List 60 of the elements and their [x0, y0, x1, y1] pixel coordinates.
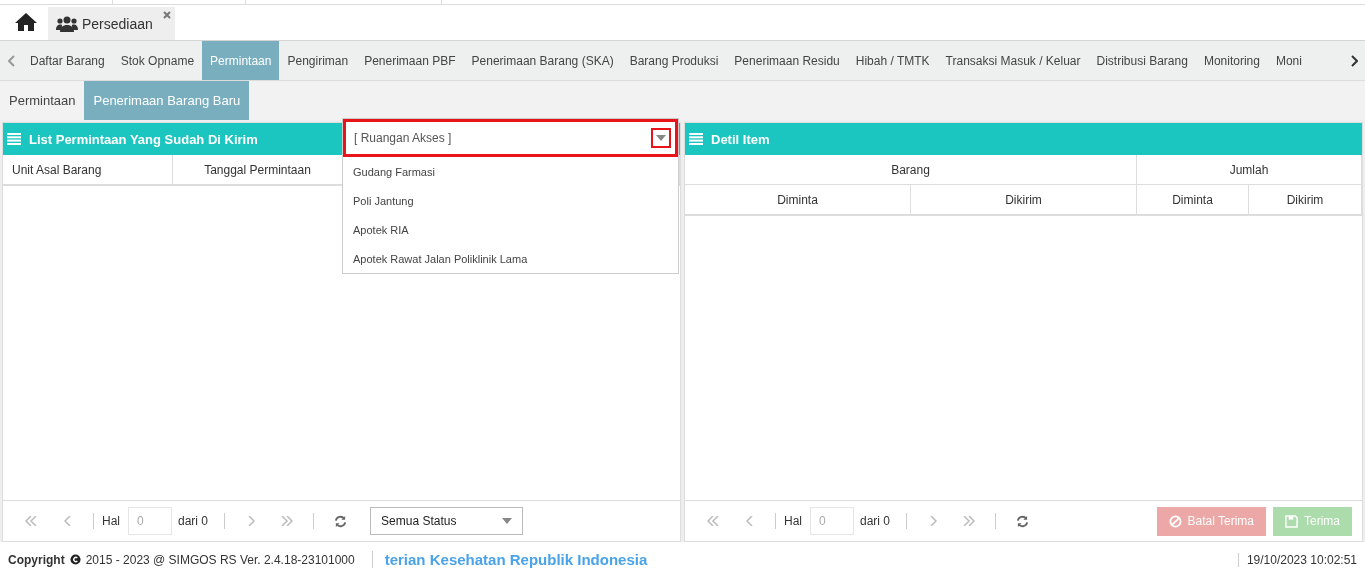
page-label: Hal [102, 514, 120, 528]
room-select[interactable]: [ Ruangan Akses ] [343, 119, 678, 157]
nav-tab[interactable]: Penerimaan Barang (SKA) [463, 41, 622, 80]
column-header: Diminta [1137, 185, 1249, 215]
column-header: Unit Asal Barang [3, 155, 173, 185]
dropdown-option[interactable]: Apotek RIA [343, 215, 678, 244]
marquee-text: terian Kesehatan Republik Indonesia [371, 551, 648, 568]
list-icon [689, 133, 703, 145]
first-page-icon[interactable] [707, 516, 719, 526]
app-tab[interactable]: Persediaan [48, 7, 175, 40]
next-page-icon[interactable] [929, 516, 937, 526]
previous-page-icon[interactable] [745, 516, 753, 526]
panel-title: Detil Item [711, 131, 770, 147]
room-select-input[interactable]: [ Ruangan Akses ] [354, 123, 651, 153]
refresh-icon[interactable] [333, 514, 347, 528]
datetime: 19/10/2023 10:02:51 [1237, 552, 1357, 567]
nav-tab[interactable]: Transaksi Masuk / Keluar [937, 41, 1089, 80]
nav-tab[interactable]: Stok Opname [112, 41, 203, 80]
page-count: dari 0 [860, 514, 891, 528]
nav-tab[interactable]: Penerimaan Residu [726, 41, 848, 80]
refresh-icon[interactable] [1015, 514, 1029, 528]
previous-page-icon[interactable] [63, 516, 71, 526]
scroll-left-icon[interactable] [7, 54, 15, 67]
copyright-label: Copyright [8, 552, 65, 567]
dropdown-option[interactable]: Apotek Rawat Jalan Poliklinik Lama [343, 244, 678, 273]
column-group-header: Barang [685, 155, 1137, 185]
status-select[interactable]: Semua Status [370, 507, 524, 535]
scroll-right-icon[interactable] [1350, 54, 1358, 67]
page-label: Hal [784, 514, 802, 528]
users-icon [56, 15, 78, 32]
close-icon[interactable] [162, 11, 171, 19]
column-header: Diminta [685, 185, 911, 215]
list-icon [7, 133, 21, 145]
nav-tab[interactable]: Daftar Barang [22, 41, 113, 80]
caret-icon [502, 518, 513, 524]
sub-tab[interactable]: Permintaan [0, 81, 85, 120]
panel-title: List Permintaan Yang Sudah Di Kirim [29, 131, 258, 147]
nav-tab[interactable]: Monitoring [1195, 41, 1268, 80]
nav-tab[interactable]: Pengiriman [279, 41, 357, 80]
nav-tab[interactable]: Penerimaan PBF [356, 41, 464, 80]
save-icon [1285, 514, 1298, 528]
nav-tab[interactable]: Hibah / TMTK [847, 41, 938, 80]
column-header: Dikirim [1249, 185, 1362, 215]
nav-tab[interactable]: Distribusi Barang [1088, 41, 1196, 80]
dropdown-option[interactable]: Gudang Farmasi [343, 157, 678, 186]
last-page-icon[interactable] [281, 516, 294, 526]
dropdown-option[interactable]: Poli Jantung [343, 186, 678, 215]
last-page-icon[interactable] [963, 516, 976, 526]
caret-icon [656, 135, 666, 141]
first-page-icon[interactable] [25, 516, 37, 526]
ban-icon [1168, 514, 1182, 528]
nav-tab[interactable]: Moni [1267, 41, 1310, 80]
home-icon[interactable] [14, 12, 38, 32]
next-page-icon[interactable] [247, 516, 255, 526]
page-count: dari 0 [178, 514, 209, 528]
column-group-header: Jumlah [1137, 155, 1362, 185]
copyright-text: 2015 - 2023 @ SIMGOS RS Ver. 2.4.18-23101000 [85, 552, 355, 567]
column-header: Dikirim [911, 185, 1137, 215]
nav-tab[interactable]: Barang Produksi [621, 41, 727, 80]
copyright-icon [69, 554, 81, 565]
